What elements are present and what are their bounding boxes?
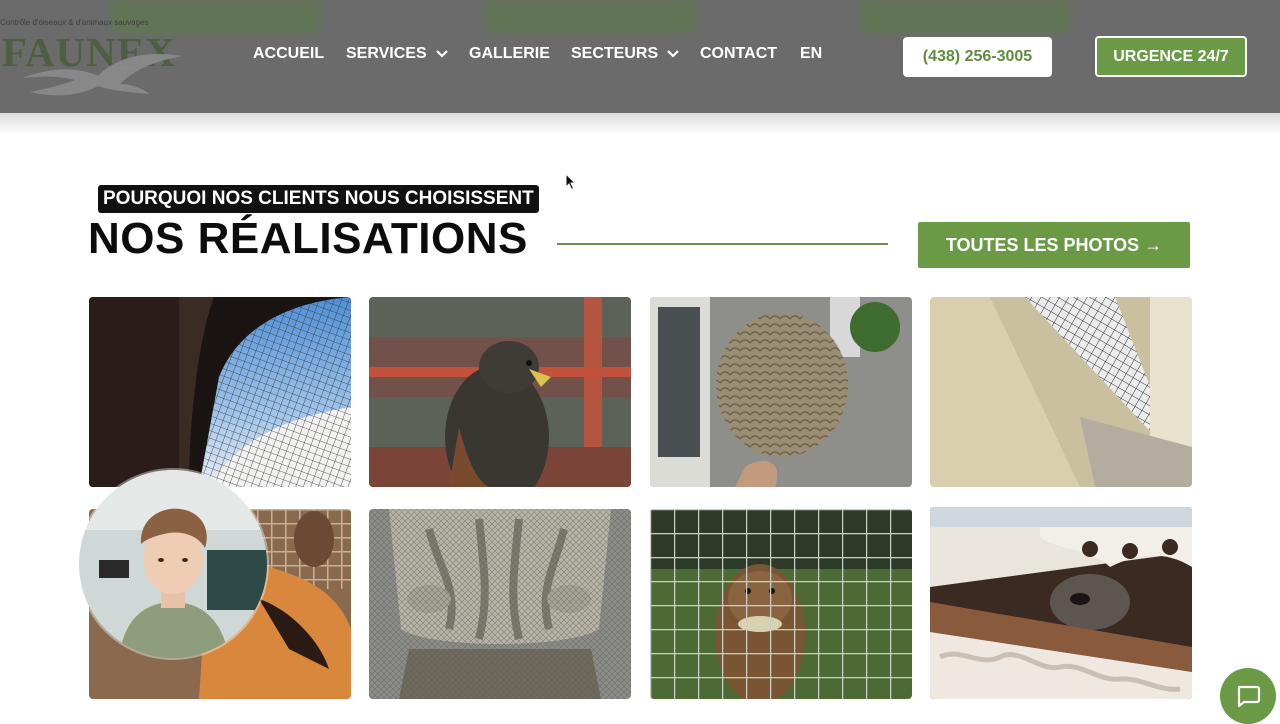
chat-button[interactable] — [1220, 668, 1276, 724]
nav-label: SERVICES — [346, 45, 427, 62]
logo-tagline: Contrôle d'oiseaux & d'animaux sauvages — [0, 18, 149, 27]
nav-item-secteurs[interactable]: SECTEURS — [571, 45, 680, 63]
mouse-cursor-icon — [565, 173, 577, 191]
phone-button[interactable]: (438) 256-3005 — [903, 37, 1052, 77]
gallery-photo-wire-mesh[interactable] — [930, 297, 1192, 487]
section-title: NOS RÉALISATIONS — [88, 214, 528, 263]
netted-column-photo — [369, 509, 631, 699]
presenter-video-frame — [79, 470, 267, 658]
site-logo[interactable]: Contrôle d'oiseaux & d'animaux sauvages … — [0, 14, 185, 99]
wasp-nest-photo — [650, 297, 912, 487]
nav-item-language-en[interactable]: EN — [800, 45, 822, 63]
site-header: Contrôle d'oiseaux & d'animaux sauvages … — [0, 0, 1280, 113]
raccoon-photo — [930, 507, 1192, 699]
ghost-banner-button — [860, 0, 1070, 34]
nav-label: SECTEURS — [571, 45, 659, 62]
wire-mesh-photo — [930, 297, 1192, 487]
groundhog-photo — [650, 509, 912, 699]
urgence-button[interactable]: URGENCE 24/7 — [1095, 36, 1247, 77]
all-photos-button[interactable]: TOUTES LES PHOTOS → — [918, 222, 1190, 268]
nav-item-contact[interactable]: CONTACT — [700, 45, 777, 63]
section-kicker: POURQUOI NOS CLIENTS NOUS CHOISISSENT — [98, 185, 539, 213]
nav-label: ACCUEIL — [253, 45, 325, 62]
nav-label: CONTACT — [700, 45, 778, 62]
gallery-photo-netted-column[interactable] — [369, 509, 631, 699]
gallery-photo-raccoon[interactable] — [930, 507, 1192, 699]
seagull-logo-icon — [22, 54, 182, 96]
hawk-photo — [369, 297, 631, 487]
chevron-down-icon — [435, 50, 448, 58]
nav-item-gallerie[interactable]: GALLERIE — [469, 45, 550, 63]
gallery-photo-hawk[interactable] — [369, 297, 631, 487]
ghost-banner-button — [485, 0, 695, 34]
presenter-webcam-bubble — [79, 470, 267, 658]
chat-bubble-icon — [1237, 685, 1261, 708]
nav-label: GALLERIE — [469, 45, 550, 62]
gallery-photo-groundhog[interactable] — [650, 509, 912, 699]
nav-item-accueil[interactable]: ACCUEIL — [253, 45, 324, 63]
title-divider — [557, 243, 888, 245]
nav-item-services[interactable]: SERVICES — [346, 45, 449, 63]
gallery-photo-bird-net[interactable] — [89, 297, 351, 487]
header-shadow — [0, 113, 1280, 135]
chevron-down-icon — [667, 50, 679, 58]
gallery-photo-wasp-nest[interactable] — [650, 297, 912, 487]
nav-label: EN — [800, 45, 823, 62]
bird-net-photo — [89, 297, 351, 487]
